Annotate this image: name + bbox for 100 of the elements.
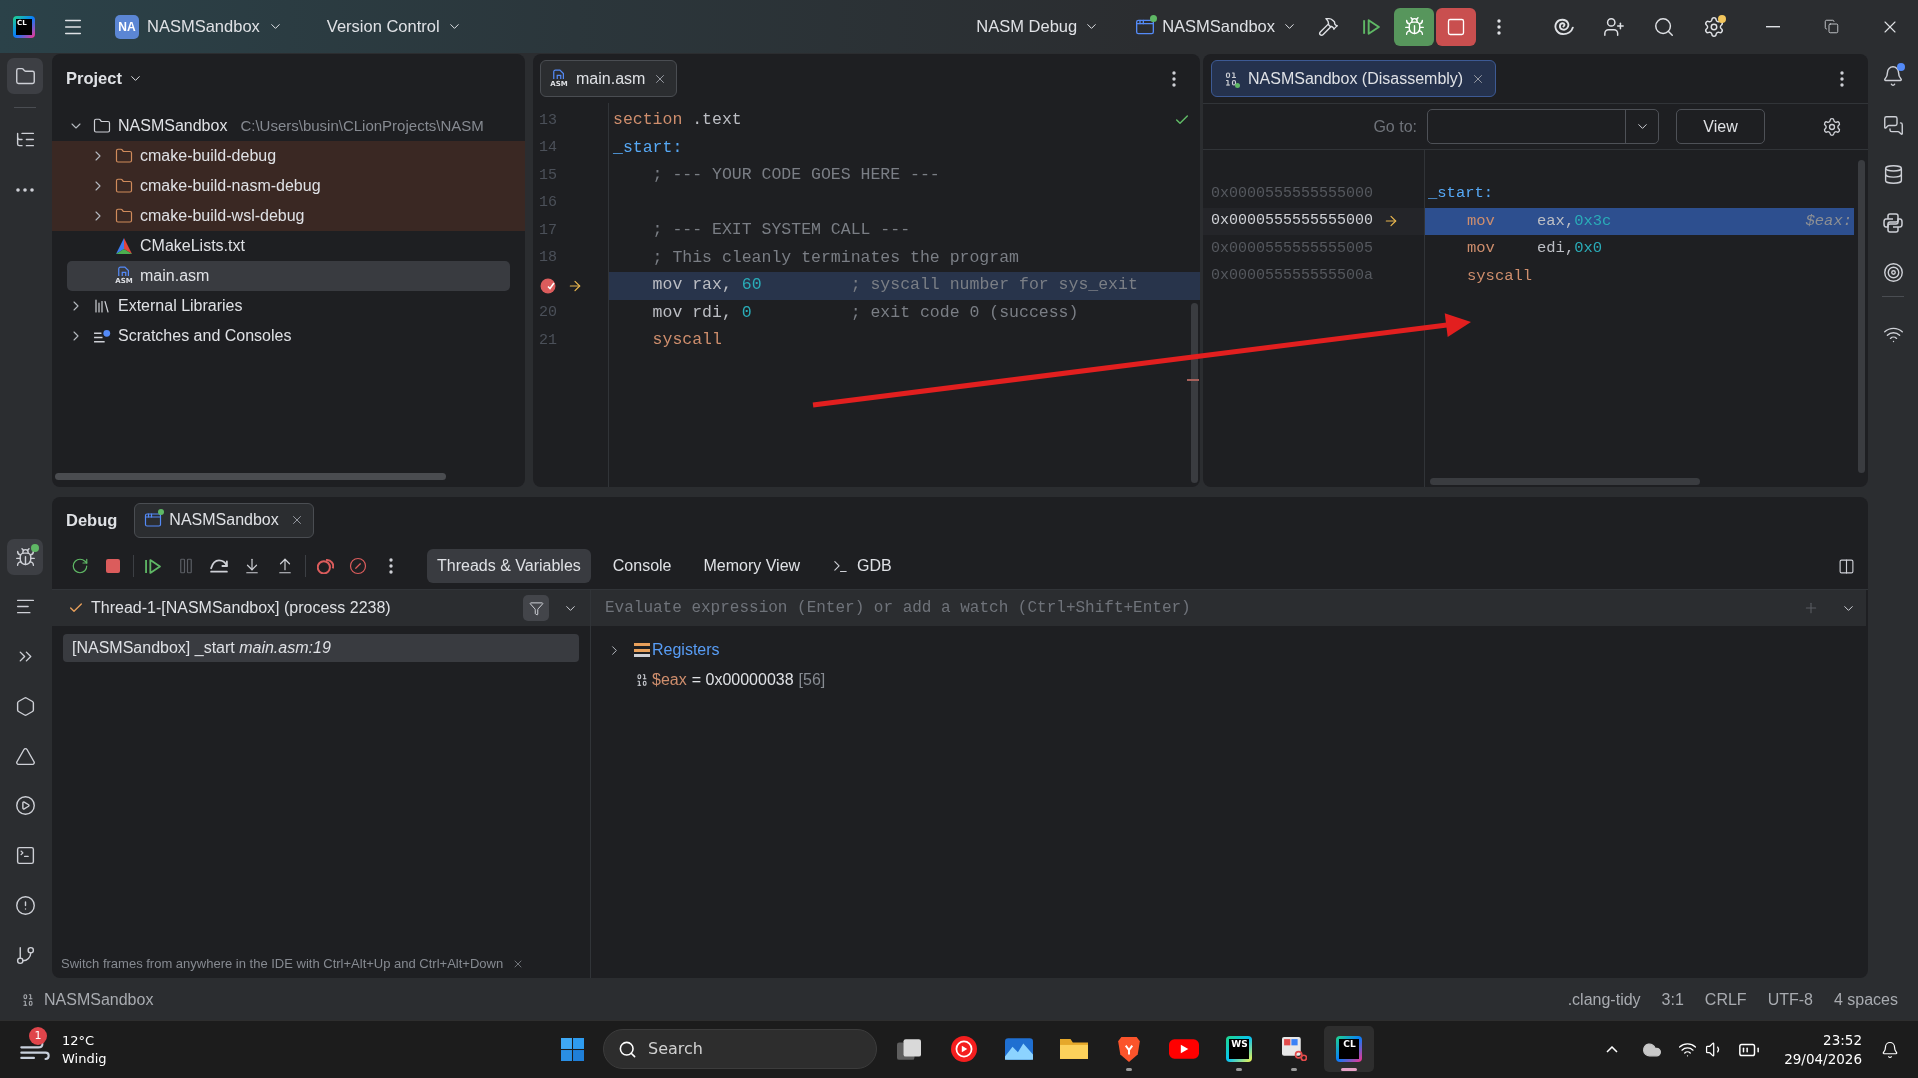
folder-icon <box>14 65 36 87</box>
bell-icon <box>1881 1040 1899 1059</box>
weather-widget[interactable]: 1 12°C Windig <box>20 1025 107 1074</box>
more-icon <box>16 188 34 192</box>
stack-frame[interactable]: [NASMSandbox] _start main.asm:19 <box>63 634 579 662</box>
project-switcher[interactable]: NA NASMSandbox <box>115 9 283 44</box>
scrollbar[interactable] <box>1430 478 1700 485</box>
scrollbar[interactable] <box>1191 303 1198 483</box>
app-window-icon <box>1135 16 1156 37</box>
search-field[interactable]: Search <box>648 1030 876 1068</box>
filter-icon <box>528 600 544 616</box>
bar-play-icon <box>145 558 161 574</box>
bug-icon <box>1403 16 1425 37</box>
view-tab[interactable]: GDB <box>822 549 902 583</box>
stop-button[interactable] <box>1436 7 1476 46</box>
overlapping-windows-icon <box>897 1038 921 1060</box>
address: 0x0000555555555000 <box>1211 211 1374 231</box>
address: 0x0000555555555005 <box>1211 238 1374 259</box>
stop-icon <box>106 559 120 573</box>
vcs-menu[interactable]: Version Control <box>326 9 462 44</box>
disassembly-tab[interactable]: NASMSandbox (Disassembly) <box>1211 60 1497 97</box>
stop-icon <box>1446 16 1466 37</box>
circular-arrow-icon <box>71 557 89 575</box>
plus-icon <box>1803 600 1819 616</box>
settings-button[interactable] <box>1821 115 1843 138</box>
run-target-selector[interactable]: NASMSandbox <box>1135 9 1297 44</box>
status-widget[interactable]: .clang-tidy <box>1567 988 1641 1012</box>
settings-icon <box>1822 116 1842 137</box>
project-breadcrumb[interactable]: NASMSandbox <box>20 988 154 1012</box>
hammer-icon <box>1317 16 1339 37</box>
tree-item[interactable]: cmake-build-nasm-debug <box>52 171 525 201</box>
inline-value-hint: $eax: <box>1805 210 1853 232</box>
search-icon <box>618 1039 637 1059</box>
code-line: ; This cleanly terminates the program <box>651 246 1019 269</box>
scrollbar[interactable] <box>55 473 446 480</box>
tree-item[interactable]: External Libraries <box>52 291 525 321</box>
tree-item[interactable]: NASMSandbox C:\Users\busin\CLionProjects\NASM <box>52 111 525 141</box>
person-plus-icon <box>1603 15 1625 38</box>
tool-window-button[interactable] <box>7 58 43 94</box>
search-icon <box>1653 15 1675 38</box>
status-widget[interactable]: 4 spaces <box>1833 988 1898 1012</box>
restore-icon <box>1824 19 1839 34</box>
run-configuration-selector[interactable]: NASM Debug <box>976 9 1100 44</box>
instruction: mov eax,0x3c <box>1467 210 1612 232</box>
tree-item[interactable]: cmake-build-wsl-debug <box>52 201 525 231</box>
clock-button[interactable]: 23:52 29/04/2026 <box>1784 1030 1862 1069</box>
tool-window-button[interactable] <box>7 539 43 575</box>
binary-icon <box>634 672 650 688</box>
taskbar-app-button[interactable]: WS <box>1214 1026 1264 1072</box>
stacked-bars-icon <box>634 642 650 658</box>
app-tile-icon: WS <box>1226 1036 1252 1062</box>
debug-button[interactable] <box>1394 7 1434 46</box>
code-line: ; --- YOUR CODE GOES HERE --- <box>651 164 940 187</box>
binary-icon <box>20 992 36 1008</box>
status-widget[interactable]: UTF-8 <box>1767 988 1813 1012</box>
database-icon <box>1882 163 1904 185</box>
chat-icon <box>1882 114 1904 136</box>
goto-label: Go to: <box>1372 116 1418 137</box>
minimize-icon <box>1765 25 1780 28</box>
panel-title[interactable]: Project <box>66 65 143 91</box>
folder-icon <box>115 177 133 195</box>
instruction: syscall <box>1467 265 1534 287</box>
more-icon <box>1840 70 1844 87</box>
code-line: mov rdi, 0 ; exit code 0 (success) <box>651 301 1079 324</box>
panel-title: Debug <box>66 509 118 531</box>
scrollbar[interactable] <box>1858 160 1865 473</box>
more-icon <box>389 558 393 574</box>
columns-icon <box>1837 557 1855 575</box>
hint-text: Switch frames from anywhere in the IDE with Ctrl+Alt+Up and Ctrl+Alt+Down <box>61 955 504 974</box>
project-path: C:\Users\busin\CLionProjects\NASM <box>240 115 484 136</box>
view-button[interactable]: View <box>1676 109 1765 144</box>
view-tab[interactable]: Console <box>602 549 682 583</box>
tree-item[interactable]: cmake-build-debug <box>52 141 525 171</box>
search-bar[interactable]: Search <box>603 1029 877 1069</box>
scroll-marker <box>1187 379 1199 381</box>
bar-play-icon <box>1362 18 1380 35</box>
folder-icon <box>1060 1039 1088 1059</box>
tree-item[interactable]: CMakeLists.txt <box>52 231 525 261</box>
session-tab[interactable]: NASMSandbox <box>134 502 314 538</box>
variable-group[interactable]: Registers <box>652 638 720 662</box>
play-circle-icon <box>951 1036 977 1062</box>
folder-icon <box>93 117 111 135</box>
landscape-photo-icon <box>1005 1038 1033 1060</box>
tree-item[interactable]: Scratches and Consoles <box>52 321 525 351</box>
view-tab[interactable]: Memory View <box>693 549 811 583</box>
instruction: mov edi,0x0 <box>1467 238 1603 260</box>
target-icon <box>1882 261 1904 283</box>
filter-button[interactable] <box>523 595 549 621</box>
interlocking-shapes-icon <box>1883 213 1903 233</box>
status-widget[interactable]: 3:1 <box>1661 988 1684 1012</box>
notification-badge: 1 <box>29 1026 47 1045</box>
taskbar-app-button[interactable]: CL <box>1324 1026 1374 1072</box>
code-line: _start: <box>613 136 683 159</box>
view-tab[interactable]: Threads & Variables <box>427 549 591 583</box>
code-line: syscall <box>651 329 722 352</box>
scissors-tile-icon <box>1281 1037 1307 1061</box>
more-icon <box>1497 18 1501 35</box>
status-widget[interactable]: CRLF <box>1704 988 1747 1012</box>
code-label: _start: <box>1427 183 1494 205</box>
arrow-down-icon <box>243 557 261 575</box>
